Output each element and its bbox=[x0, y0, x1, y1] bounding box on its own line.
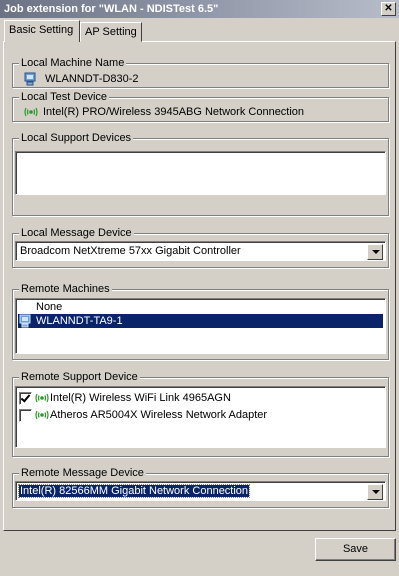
remote-machines-legend: Remote Machines bbox=[19, 283, 112, 295]
remote-machines-group: Remote Machines None WLANNDT-TA9-1 bbox=[12, 283, 389, 360]
local-machine-value: WLANNDT-D830-2 bbox=[45, 73, 139, 85]
tab-basic-setting-label: Basic Setting bbox=[9, 24, 74, 36]
local-support-devices-list[interactable] bbox=[15, 151, 386, 195]
remote-machine-label: WLANNDT-TA9-1 bbox=[36, 315, 123, 327]
local-message-device-group: Local Message Device Broadcom NetXtreme … bbox=[12, 227, 389, 268]
remote-support-device-legend: Remote Support Device bbox=[19, 371, 140, 383]
tab-basic-setting[interactable]: Basic Setting bbox=[4, 20, 80, 42]
chevron-down-icon[interactable] bbox=[367, 244, 383, 260]
local-test-device-group: Local Test Device Intel(R) PRO/Wireless … bbox=[12, 91, 389, 122]
local-support-devices-group: Local Support Devices bbox=[12, 132, 389, 216]
local-message-device-select[interactable]: Broadcom NetXtreme 57xx Gigabit Controll… bbox=[15, 241, 386, 261]
save-button-label: Save bbox=[342, 543, 369, 555]
local-machine-group: Local Machine Name WLANNDT-D830-2 bbox=[12, 57, 389, 88]
list-item[interactable]: None bbox=[18, 300, 383, 314]
list-item[interactable]: Intel(R) Wireless WiFi Link 4965AGN bbox=[19, 391, 383, 405]
remote-support-item-label: Atheros AR5004X Wireless Network Adapter bbox=[50, 409, 268, 421]
tab-ap-setting[interactable]: AP Setting bbox=[80, 22, 142, 42]
save-button[interactable]: Save bbox=[315, 538, 396, 561]
title-bar: Job extension for "WLAN - NDISTest 6.5" … bbox=[0, 0, 399, 19]
list-item[interactable]: WLANNDT-TA9-1 bbox=[18, 314, 383, 328]
wireless-adapter-icon bbox=[34, 391, 50, 405]
basic-setting-panel: Local Machine Name WLANNDT-D830-2 Local … bbox=[3, 41, 396, 531]
computer-icon bbox=[18, 314, 34, 328]
local-message-device-value: Broadcom NetXtreme 57xx Gigabit Controll… bbox=[20, 245, 241, 257]
remote-message-device-legend: Remote Message Device bbox=[19, 467, 146, 479]
remote-support-checkbox-2[interactable] bbox=[19, 408, 32, 422]
remote-machines-list[interactable]: None WLANNDT-TA9-1 bbox=[15, 298, 386, 354]
local-test-device-value: Intel(R) PRO/Wireless 3945ABG Network Co… bbox=[43, 106, 305, 118]
local-machine-row: WLANNDT-D830-2 bbox=[23, 72, 139, 86]
local-message-device-legend: Local Message Device bbox=[19, 227, 134, 239]
remote-message-device-value: Intel(R) 82566MM Gigabit Network Connect… bbox=[17, 484, 251, 498]
wireless-adapter-icon bbox=[34, 408, 50, 422]
wireless-adapter-icon bbox=[23, 105, 39, 119]
list-item[interactable]: Atheros AR5004X Wireless Network Adapter bbox=[19, 408, 383, 422]
close-icon: ✕ bbox=[384, 3, 393, 14]
remote-message-device-group: Remote Message Device Intel(R) 82566MM G… bbox=[12, 467, 389, 508]
remote-support-device-list[interactable]: Intel(R) Wireless WiFi Link 4965AGN Athe… bbox=[15, 386, 386, 448]
computer-icon bbox=[23, 72, 39, 86]
tab-ap-setting-label: AP Setting bbox=[85, 26, 137, 38]
remote-support-device-group: Remote Support Device Intel(R) Wireless … bbox=[12, 371, 389, 457]
remote-machine-none-label: None bbox=[36, 301, 63, 313]
remote-support-item-label: Intel(R) Wireless WiFi Link 4965AGN bbox=[50, 392, 231, 404]
chevron-down-icon[interactable] bbox=[367, 484, 383, 500]
local-test-device-row: Intel(R) PRO/Wireless 3945ABG Network Co… bbox=[23, 105, 304, 119]
local-support-devices-legend: Local Support Devices bbox=[19, 132, 134, 144]
close-button[interactable]: ✕ bbox=[381, 2, 396, 16]
window-title: Job extension for "WLAN - NDISTest 6.5" bbox=[4, 3, 219, 15]
button-bar: Save bbox=[0, 531, 399, 576]
remote-support-checkbox-1[interactable] bbox=[19, 391, 32, 405]
local-test-device-legend: Local Test Device bbox=[19, 91, 110, 103]
local-machine-legend: Local Machine Name bbox=[19, 57, 127, 69]
remote-message-device-select[interactable]: Intel(R) 82566MM Gigabit Network Connect… bbox=[15, 481, 386, 501]
